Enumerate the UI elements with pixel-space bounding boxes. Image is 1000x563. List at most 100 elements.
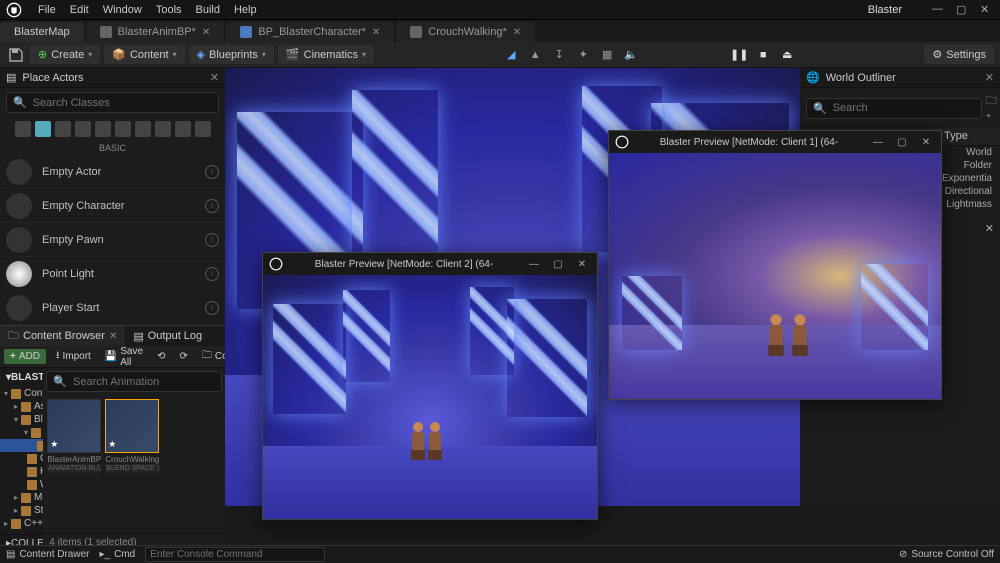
import-button[interactable]: ⭳Import	[52, 346, 95, 367]
minimize-icon[interactable]: —	[869, 137, 887, 148]
snap-modules-icon[interactable]: ▦	[597, 45, 617, 65]
actor-info-icon[interactable]: i	[205, 301, 219, 315]
tab-close-icon[interactable]: ✕	[372, 27, 380, 38]
menu-file[interactable]: File	[38, 4, 56, 16]
beacon-icon[interactable]: ◢	[501, 45, 521, 65]
tree-item[interactable]: ▾Character	[0, 426, 43, 439]
pause-icon[interactable]: ❚❚	[729, 45, 749, 65]
custom-category-icon[interactable]	[195, 121, 211, 137]
console-input[interactable]	[145, 547, 325, 562]
search-input-field[interactable]	[33, 97, 212, 109]
tree-item[interactable]: GameModes	[0, 452, 43, 465]
snap-surface-icon[interactable]: ▲	[525, 45, 545, 65]
actor-point-light[interactable]: Point Lighti	[0, 257, 225, 291]
pie-window-client1[interactable]: Blaster Preview [NetMode: Client 1] (64-…	[608, 130, 942, 400]
search-input-field[interactable]	[833, 102, 975, 114]
actor-info-icon[interactable]: i	[205, 165, 219, 179]
actor-empty-pawn[interactable]: Empty Pawn i	[0, 223, 225, 257]
add-button[interactable]: + ADD	[4, 349, 46, 364]
tree-item[interactable]: ▸Maps	[0, 491, 43, 504]
tab-blend[interactable]: CrouchWalking* ✕	[396, 22, 535, 42]
close-icon[interactable]: ✕	[573, 259, 591, 270]
snap-angle-icon[interactable]: ✦	[573, 45, 593, 65]
folder-plus-icon[interactable]: 🗀⁺	[986, 92, 997, 124]
menu-edit[interactable]: Edit	[70, 4, 89, 16]
asset-item[interactable]: ★CrouchWalkingBLEND SPACE 1	[105, 399, 159, 473]
pie-window-client2[interactable]: Blaster Preview [NetMode: Client 2] (64-…	[262, 252, 598, 520]
panel-close-icon[interactable]: ✕	[210, 71, 219, 84]
tree-item[interactable]: HUD	[0, 465, 43, 478]
maximize-icon[interactable]: ▢	[549, 259, 567, 270]
content-tree: ▾ BLASTER🔍 ▾Content▸Assets▾Blueprints▾Ch…	[0, 368, 43, 551]
tab-close-icon[interactable]: ✕	[202, 27, 210, 38]
tab-close-icon[interactable]: ✕	[513, 27, 521, 38]
basic-category-icon[interactable]	[15, 121, 31, 137]
tab-animbp[interactable]: BlasterAnimBP* ✕	[86, 22, 225, 42]
snap-grid-icon[interactable]: ↧	[549, 45, 569, 65]
actor-info-icon[interactable]: i	[205, 233, 219, 247]
all-category-icon[interactable]	[155, 121, 171, 137]
actor-label: Empty Pawn	[42, 234, 104, 246]
panel-close-icon[interactable]: ✕	[985, 71, 994, 84]
place-actors-icon: ▤	[6, 71, 16, 84]
blueprints-button[interactable]: ◈ Blueprints ▾	[189, 45, 274, 64]
tree-item[interactable]: ▸StarterContent	[0, 504, 43, 517]
actor-info-icon[interactable]: i	[205, 267, 219, 281]
tree-item[interactable]: ▸Assets	[0, 400, 43, 413]
tree-item[interactable]: ▾Content	[0, 387, 43, 400]
recent-category-icon[interactable]	[175, 121, 191, 137]
maximize-icon[interactable]: ▢	[956, 3, 970, 17]
cinematics-button[interactable]: 🎬 Cinematics ▾	[278, 45, 374, 64]
nav-back-button[interactable]: ⟲	[153, 349, 169, 364]
visual-category-icon[interactable]	[95, 121, 111, 137]
actor-info-icon[interactable]: i	[205, 199, 219, 213]
search-input-field[interactable]	[73, 376, 215, 388]
vfx-category-icon[interactable]	[115, 121, 131, 137]
close-icon[interactable]: ✕	[917, 137, 935, 148]
stop-icon[interactable]: ■	[753, 45, 773, 65]
settings-button[interactable]: ⚙ Settings	[924, 45, 994, 64]
tab-bp[interactable]: BP_BlasterCharacter* ✕	[226, 22, 394, 42]
maximize-icon[interactable]: ▢	[893, 137, 911, 148]
search-classes-input[interactable]: 🔍	[6, 92, 219, 113]
eject-icon[interactable]: ⏏	[777, 45, 797, 65]
menu-tools[interactable]: Tools	[156, 4, 182, 16]
minimize-icon[interactable]: —	[525, 259, 543, 270]
asset-search-input[interactable]: 🔍	[46, 371, 222, 392]
actor-player-start[interactable]: Player Starti	[0, 291, 225, 325]
actor-empty-character[interactable]: Empty Characteri	[0, 189, 225, 223]
col-type[interactable]: Type	[944, 130, 994, 143]
outliner-icon: 🌐	[806, 71, 820, 84]
menu-window[interactable]: Window	[103, 4, 142, 16]
menu-help[interactable]: Help	[234, 4, 257, 16]
actor-list: Empty Actori Empty Characteri Empty Pawn…	[0, 155, 225, 325]
content-button[interactable]: 📦 Content ▾	[104, 45, 184, 64]
menu-build[interactable]: Build	[196, 4, 220, 16]
actor-empty-actor[interactable]: Empty Actori	[0, 155, 225, 189]
tree-item[interactable]: Weapon	[0, 478, 43, 491]
outliner-search-input[interactable]: 🔍	[806, 98, 982, 119]
audio-icon[interactable]: 🔈	[621, 45, 641, 65]
content-drawer-button[interactable]: ▤Content Drawer	[6, 549, 89, 560]
create-button[interactable]: ⊕ Create ▾	[30, 45, 100, 64]
source-control-button[interactable]: ⊘Source Control Off	[899, 549, 994, 560]
lights-category-icon[interactable]	[35, 121, 51, 137]
volumes-category-icon[interactable]	[135, 121, 151, 137]
media-category-icon[interactable]	[75, 121, 91, 137]
minimize-icon[interactable]: —	[932, 3, 946, 17]
tab-close-icon[interactable]: ✕	[109, 331, 117, 342]
actor-icon	[6, 261, 32, 287]
shapes-category-icon[interactable]	[55, 121, 71, 137]
nav-fwd-button[interactable]: ⟳	[175, 349, 191, 364]
src-label: Source Control Off	[911, 549, 994, 560]
asset-item[interactable]: ★BlasterAnimBPANIMATION BLUE	[47, 399, 101, 473]
close-icon[interactable]: ✕	[980, 3, 994, 17]
tree-item[interactable]: ▾Blueprints	[0, 413, 43, 426]
details-close-icon[interactable]: ✕	[985, 222, 994, 235]
save-icon[interactable]	[6, 45, 26, 65]
tree-item[interactable]: Animation	[0, 439, 43, 452]
cmd-label: ▸_Cmd	[99, 549, 135, 560]
tab-level[interactable]: BlasterMap	[0, 22, 84, 42]
tree-item[interactable]: ▸C++ Classes	[0, 517, 43, 530]
save-all-button[interactable]: 💾Save All	[101, 344, 147, 370]
